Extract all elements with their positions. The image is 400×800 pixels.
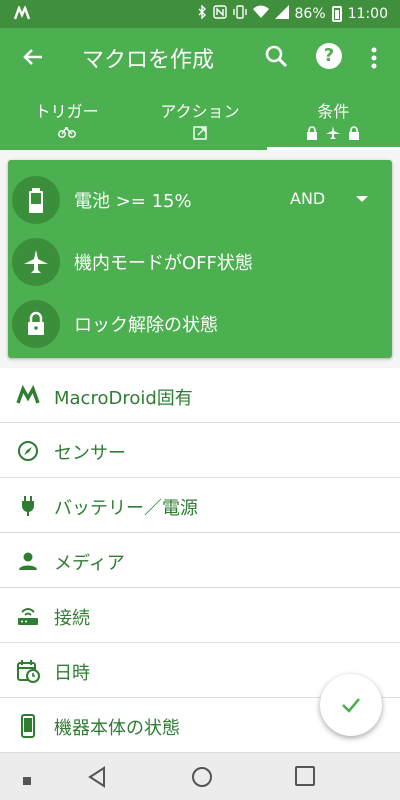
save-fab-button[interactable] bbox=[320, 674, 382, 736]
lock-icon bbox=[12, 300, 60, 348]
condition-airplane-mode[interactable]: 機内モードがOFF状態 bbox=[12, 236, 388, 288]
logic-operator-dropdown[interactable]: AND bbox=[290, 189, 325, 208]
condition-label: ロック解除の状態 bbox=[74, 315, 218, 336]
list-item-label: 機器本体の状態 bbox=[54, 718, 180, 739]
nfc-icon bbox=[212, 5, 227, 23]
calendar-clock-icon bbox=[16, 659, 40, 683]
tab-bar: トリガー アクション 条件 bbox=[0, 88, 400, 150]
router-icon bbox=[16, 604, 40, 628]
condition-battery[interactable]: 電池 >= 15% AND bbox=[12, 174, 388, 226]
tab-actions[interactable]: アクション bbox=[133, 88, 266, 150]
recent-dot-icon[interactable] bbox=[22, 771, 32, 790]
list-item[interactable]: 接続 bbox=[0, 588, 400, 643]
battery-icon bbox=[12, 176, 60, 224]
lock-icon bbox=[348, 126, 360, 144]
macrodroid-icon bbox=[16, 384, 40, 408]
chevron-down-icon[interactable] bbox=[356, 196, 368, 202]
clock: 11:00 bbox=[347, 6, 388, 22]
system-navigation-bar bbox=[0, 752, 400, 800]
list-item[interactable]: MacroDroid固有 bbox=[0, 368, 400, 423]
tab-label: アクション bbox=[160, 102, 240, 121]
list-item-label: メディア bbox=[54, 553, 125, 574]
tab-conditions[interactable]: 条件 bbox=[266, 88, 400, 150]
vibrate-icon bbox=[232, 5, 247, 23]
more-options-icon[interactable] bbox=[366, 44, 382, 72]
compass-icon bbox=[16, 439, 40, 463]
list-item-label: センサー bbox=[54, 443, 126, 464]
back-arrow-icon[interactable] bbox=[18, 42, 48, 72]
power-plug-icon bbox=[16, 494, 40, 518]
home-circle-icon[interactable] bbox=[190, 765, 214, 793]
status-bar: 86% 11:00 bbox=[0, 0, 400, 28]
bicycle-icon bbox=[57, 126, 76, 142]
list-item-label: MacroDroid固有 bbox=[54, 388, 193, 409]
list-item[interactable]: センサー bbox=[0, 423, 400, 478]
overview-square-icon[interactable] bbox=[294, 765, 316, 791]
person-icon bbox=[16, 549, 40, 573]
app-bar: マクロを作成 ? bbox=[0, 28, 400, 88]
tab-label: トリガー bbox=[34, 102, 99, 121]
help-icon[interactable]: ? bbox=[316, 43, 342, 69]
list-item-label: 日時 bbox=[54, 663, 90, 684]
battery-percent: 86% bbox=[294, 6, 326, 22]
phone-icon bbox=[16, 714, 40, 738]
conditions-card: 電池 >= 15% AND 機内モードがOFF状態 ロック解除の状態 bbox=[8, 160, 392, 358]
airplane-icon bbox=[326, 126, 341, 144]
search-icon[interactable] bbox=[262, 42, 292, 72]
lock-icon bbox=[306, 126, 318, 144]
wifi-icon bbox=[252, 5, 269, 23]
battery-icon bbox=[331, 6, 342, 22]
check-icon bbox=[342, 698, 360, 713]
list-item-label: バッテリー／電源 bbox=[54, 498, 198, 519]
condition-label: 電池 >= 15% bbox=[74, 191, 192, 212]
signal-icon bbox=[274, 5, 289, 23]
launch-icon bbox=[193, 126, 207, 144]
list-item-label: 接続 bbox=[54, 608, 90, 629]
list-item[interactable]: メディア bbox=[0, 533, 400, 588]
tab-triggers[interactable]: トリガー bbox=[0, 88, 133, 150]
condition-label: 機内モードがOFF状態 bbox=[74, 253, 253, 274]
condition-unlocked[interactable]: ロック解除の状態 bbox=[12, 298, 388, 350]
page-title: マクロを作成 bbox=[82, 48, 215, 73]
back-triangle-icon[interactable] bbox=[86, 765, 108, 793]
airplane-icon bbox=[12, 238, 60, 286]
bluetooth-icon bbox=[197, 4, 207, 23]
tab-label: 条件 bbox=[317, 102, 350, 121]
macrodroid-icon bbox=[13, 4, 31, 24]
list-item[interactable]: バッテリー／電源 bbox=[0, 478, 400, 533]
